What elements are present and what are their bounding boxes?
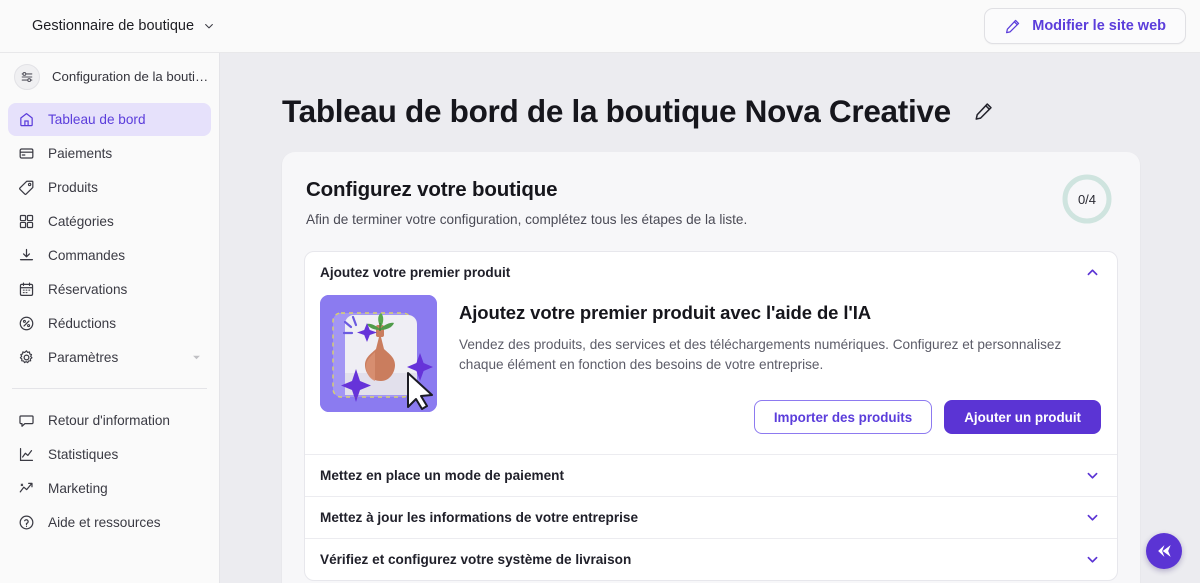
top-bar: Gestionnaire de boutique Modifier le sit… bbox=[0, 0, 1200, 53]
chevron-down-icon[interactable] bbox=[1085, 552, 1100, 567]
sidebar-item-label: Catégories bbox=[48, 214, 114, 229]
sidebar-item-paiements[interactable]: Paiements bbox=[8, 137, 211, 170]
add-product-button[interactable]: Ajouter un produit bbox=[944, 400, 1101, 434]
sidebar-item-label: Statistiques bbox=[48, 447, 118, 462]
accordion-item: Mettez à jour les informations de votre … bbox=[305, 496, 1117, 538]
tag-icon bbox=[18, 179, 35, 196]
wallet-icon bbox=[18, 145, 35, 162]
setup-card-header-text: Configurez votre boutique Afin de termin… bbox=[306, 178, 1060, 227]
sidebar-secondary-nav: Retour d'information Statistiques Market… bbox=[8, 401, 211, 539]
chevron-down-icon[interactable] bbox=[1085, 468, 1100, 483]
sidebar-item-label: Paiements bbox=[48, 146, 112, 161]
edit-site-label: Modifier le site web bbox=[1032, 18, 1166, 34]
setup-card-header: Configurez votre boutique Afin de termin… bbox=[304, 178, 1118, 227]
calendar-icon bbox=[18, 281, 35, 298]
sidebar-item-aide-ressources[interactable]: Aide et ressources bbox=[8, 506, 211, 539]
import-products-button[interactable]: Importer des produits bbox=[754, 400, 932, 434]
sidebar-divider bbox=[12, 388, 207, 389]
sidebar-item-label: Tableau de bord bbox=[48, 112, 146, 127]
assistant-fab-button[interactable] bbox=[1146, 533, 1182, 569]
setup-accordion: Ajoutez votre premier produit bbox=[304, 251, 1118, 581]
accordion-item: Ajoutez votre premier produit bbox=[305, 252, 1117, 454]
edit-site-button[interactable]: Modifier le site web bbox=[984, 8, 1186, 44]
progress-label: 0/4 bbox=[1060, 172, 1114, 226]
sidebar-item-reductions[interactable]: Réductions bbox=[8, 307, 211, 340]
sidebar-item-label: Produits bbox=[48, 180, 98, 195]
accordion-header-informations-entreprise[interactable]: Mettez à jour les informations de votre … bbox=[305, 497, 1117, 538]
promo-title: Ajoutez votre premier produit avec l'aid… bbox=[459, 302, 1101, 324]
accordion-title: Vérifiez et configurez votre système de … bbox=[320, 552, 1085, 567]
app-root: Gestionnaire de boutique Modifier le sit… bbox=[0, 0, 1200, 583]
workspace-label: Gestionnaire de boutique bbox=[32, 18, 194, 34]
discount-icon bbox=[18, 315, 35, 332]
breadcrumb-label: Configuration de la boutique… bbox=[52, 69, 211, 84]
sidebar-primary-nav: Tableau de bord Paiements Produits bbox=[8, 100, 211, 374]
sidebar-item-label: Aide et ressources bbox=[48, 515, 161, 530]
accordion-title: Mettez à jour les informations de votre … bbox=[320, 510, 1085, 525]
sidebar-item-categories[interactable]: Catégories bbox=[8, 205, 211, 238]
page-title: Tableau de bord de la boutique Nova Crea… bbox=[282, 93, 951, 130]
accordion-body: Ajoutez votre premier produit avec l'aid… bbox=[305, 293, 1117, 454]
message-icon bbox=[18, 412, 35, 429]
promo-description: Vendez des produits, des services et des… bbox=[459, 335, 1079, 375]
promo-actions: Importer des produits Ajouter un produit bbox=[459, 400, 1101, 434]
sidebar-item-statistiques[interactable]: Statistiques bbox=[8, 438, 211, 471]
pencil-icon[interactable] bbox=[973, 101, 994, 122]
chevron-down-icon bbox=[203, 20, 215, 32]
workspace-switcher[interactable]: Gestionnaire de boutique bbox=[28, 12, 221, 40]
promo-body: Ajoutez votre premier produit avec l'aid… bbox=[459, 295, 1101, 434]
chevron-down-icon[interactable] bbox=[1085, 510, 1100, 525]
help-circle-icon bbox=[18, 514, 35, 531]
breadcrumb[interactable]: Configuration de la boutique… bbox=[8, 53, 211, 100]
setup-card: Configurez votre boutique Afin de termin… bbox=[282, 152, 1140, 583]
sidebar-item-reservations[interactable]: Réservations bbox=[8, 273, 211, 306]
accordion-header-mode-paiement[interactable]: Mettez en place un mode de paiement bbox=[305, 455, 1117, 496]
sidebar-item-label: Réductions bbox=[48, 316, 116, 331]
sidebar-item-tableau-de-bord[interactable]: Tableau de bord bbox=[8, 103, 211, 136]
ai-product-illustration bbox=[320, 295, 437, 412]
body-area: Configuration de la boutique… Tableau de… bbox=[0, 53, 1200, 583]
setup-subtitle: Afin de terminer votre configuration, co… bbox=[306, 212, 1060, 227]
sidebar-item-parametres[interactable]: Paramètres bbox=[8, 341, 211, 374]
accordion-title: Mettez en place un mode de paiement bbox=[320, 468, 1085, 483]
pencil-icon bbox=[1004, 18, 1021, 35]
sliders-icon bbox=[14, 64, 40, 90]
page-title-row: Tableau de bord de la boutique Nova Crea… bbox=[282, 53, 1140, 152]
paper-plane-icon bbox=[1154, 541, 1174, 561]
sidebar-item-produits[interactable]: Produits bbox=[8, 171, 211, 204]
accordion-header-systeme-livraison[interactable]: Vérifiez et configurez votre système de … bbox=[305, 539, 1117, 580]
home-icon bbox=[18, 111, 35, 128]
sidebar-item-commandes[interactable]: Commandes bbox=[8, 239, 211, 272]
accordion-item: Mettez en place un mode de paiement bbox=[305, 454, 1117, 496]
accordion-header-ajoutez-produit[interactable]: Ajoutez votre premier produit bbox=[305, 252, 1117, 293]
sidebar-item-label: Paramètres bbox=[48, 350, 118, 365]
accordion-title: Ajoutez votre premier produit bbox=[320, 265, 1085, 280]
chevron-down-icon bbox=[192, 353, 201, 362]
gear-icon bbox=[18, 349, 35, 366]
trend-icon bbox=[18, 480, 35, 497]
setup-title: Configurez votre boutique bbox=[306, 178, 1060, 202]
download-box-icon bbox=[18, 247, 35, 264]
chevron-up-icon[interactable] bbox=[1085, 265, 1100, 280]
chart-line-icon bbox=[18, 446, 35, 463]
sidebar-item-label: Commandes bbox=[48, 248, 125, 263]
accordion-item: Vérifiez et configurez votre système de … bbox=[305, 538, 1117, 580]
sidebar: Configuration de la boutique… Tableau de… bbox=[0, 53, 220, 583]
setup-progress-ring: 0/4 bbox=[1060, 172, 1114, 226]
main-content: Tableau de bord de la boutique Nova Crea… bbox=[220, 53, 1200, 583]
sidebar-item-label: Retour d'information bbox=[48, 413, 170, 428]
sidebar-item-marketing[interactable]: Marketing bbox=[8, 472, 211, 505]
sidebar-item-retour-information[interactable]: Retour d'information bbox=[8, 404, 211, 437]
sidebar-item-label: Réservations bbox=[48, 282, 127, 297]
grid-icon bbox=[18, 213, 35, 230]
sidebar-item-label: Marketing bbox=[48, 481, 108, 496]
